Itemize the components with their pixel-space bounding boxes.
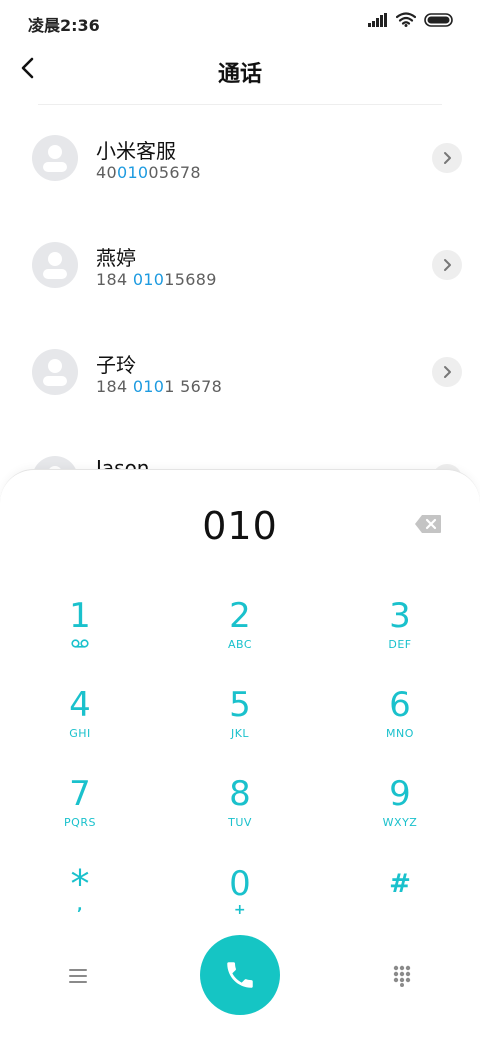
dialpad-bottom-bar	[0, 930, 480, 1040]
dial-key-7[interactable]: 7 PQRS	[20, 774, 140, 850]
chevron-right-icon	[444, 152, 451, 164]
contact-number: 184 0101 5678	[96, 377, 223, 396]
contact-detail-button[interactable]	[432, 143, 462, 173]
key-digit: 6	[389, 685, 411, 725]
dialpad-sheet: 010 1 2 ABC 3 DEF 4 GHI 5 JKL 6 MNO 7 PQ…	[0, 469, 480, 1040]
contact-name: 小米客服	[96, 139, 176, 163]
key-digit: 5	[229, 685, 251, 725]
key-letters: WXYZ	[382, 816, 418, 829]
signal-icon	[368, 12, 387, 27]
dial-key-1[interactable]: 1	[20, 596, 140, 672]
phone-icon	[227, 962, 253, 988]
key-digit: 2	[229, 596, 251, 636]
dial-key-8[interactable]: 8 TUV	[180, 774, 300, 850]
chevron-right-icon	[444, 366, 451, 378]
key-digit: 1	[69, 596, 91, 636]
menu-icon	[69, 969, 87, 983]
status-icons	[368, 12, 454, 27]
key-digit: 7	[69, 774, 91, 814]
key-letters: PQRS	[64, 816, 96, 829]
key-letters: MNO	[386, 727, 414, 740]
key-letters: JKL	[230, 727, 250, 740]
dial-key-2[interactable]: 2 ABC	[180, 596, 300, 672]
key-letters: ,	[77, 898, 83, 914]
contact-number: 184 01015689	[96, 270, 217, 289]
status-bar: 凌晨2:36	[0, 0, 480, 42]
menu-button[interactable]	[62, 960, 94, 992]
contact-item[interactable]: 燕婷 184 01015689	[0, 212, 480, 319]
key-digit: 8	[229, 774, 251, 814]
voicemail-icon	[71, 639, 89, 648]
dial-key-hash[interactable]: #	[340, 864, 460, 940]
key-digit: 3	[389, 596, 411, 636]
key-digit: 4	[69, 685, 91, 725]
key-digit: #	[389, 869, 411, 899]
backspace-icon	[415, 515, 441, 533]
key-letters: ABC	[227, 638, 253, 651]
dial-key-6[interactable]: 6 MNO	[340, 685, 460, 761]
dialed-number: 010	[202, 504, 278, 548]
dial-key-5[interactable]: 5 JKL	[180, 685, 300, 761]
header: 通话	[0, 44, 480, 96]
key-letters: TUV	[228, 816, 252, 829]
dial-key-3[interactable]: 3 DEF	[340, 596, 460, 672]
contact-name: 子玲	[96, 353, 136, 377]
status-time: 凌晨2:36	[28, 16, 100, 35]
delete-button[interactable]	[414, 514, 442, 534]
keypad-toggle-button[interactable]	[386, 960, 418, 992]
key-letters: +	[233, 902, 247, 918]
dialpad-icon	[393, 965, 411, 987]
page-title: 通话	[217, 62, 262, 87]
wifi-icon	[396, 12, 416, 27]
contact-item[interactable]: Jason	[0, 426, 480, 475]
contact-detail-button[interactable]	[432, 357, 462, 387]
contact-number: 4001005678	[96, 163, 201, 182]
contact-item[interactable]: 子玲 184 0101 5678	[0, 319, 480, 426]
avatar	[32, 242, 78, 288]
key-letters: DEF	[388, 638, 412, 651]
key-letters: GHI	[69, 727, 91, 740]
avatar	[32, 349, 78, 395]
dial-key-star[interactable]: * ,	[20, 864, 140, 940]
dial-key-9[interactable]: 9 WXYZ	[340, 774, 460, 850]
dial-key-0[interactable]: 0 +	[180, 864, 300, 940]
contact-name: 燕婷	[96, 246, 136, 270]
key-digit: 9	[389, 774, 411, 814]
contact-detail-button[interactable]	[432, 250, 462, 280]
battery-icon	[424, 12, 453, 27]
contact-item[interactable]: 小米客服 4001005678	[0, 105, 480, 212]
contact-list: 小米客服 4001005678 燕婷 184 01015689 子玲 184 0…	[0, 105, 480, 475]
chevron-right-icon	[444, 259, 451, 271]
key-digit: 0	[229, 864, 251, 904]
dial-key-4[interactable]: 4 GHI	[20, 685, 140, 761]
call-button[interactable]	[200, 935, 280, 1015]
avatar	[32, 135, 78, 181]
